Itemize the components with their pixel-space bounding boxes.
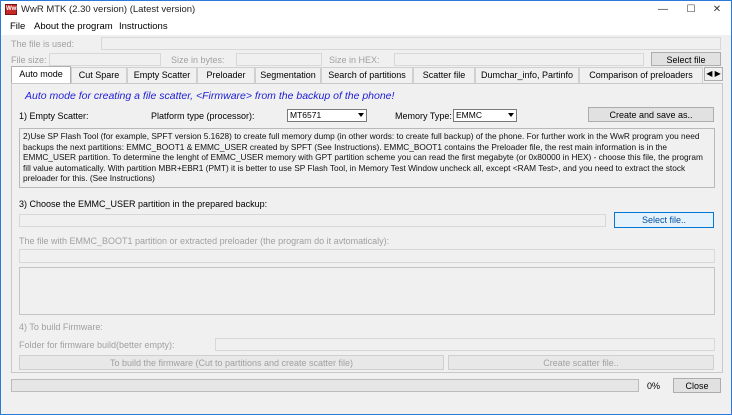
output-log-area xyxy=(19,267,715,315)
build-firmware-button[interactable]: To build the firmware (Cut to partitions… xyxy=(19,355,444,370)
firmware-folder-label: Folder for firmware build(better empty): xyxy=(19,340,175,350)
size-hex-label: Size in HEX: xyxy=(329,55,380,65)
tab-scroll-arrows[interactable]: ◀ ▶ xyxy=(704,67,723,81)
boot1-label: The file with EMMC_BOOT1 partition or ex… xyxy=(19,236,390,246)
tab-scatter-file[interactable]: Scatter file xyxy=(413,67,475,83)
file-size-field xyxy=(49,53,161,66)
instructions-text: 2)Use SP Flash Tool (for example, SPFT v… xyxy=(19,128,715,188)
auto-mode-panel xyxy=(11,83,723,373)
firmware-folder-field[interactable] xyxy=(215,338,715,351)
menu-file[interactable]: File xyxy=(10,21,25,32)
step3-label: 3) Choose the EMMC_USER partition in the… xyxy=(19,199,268,209)
size-bytes-label: Size in bytes: xyxy=(171,55,225,65)
tab-cut-spare[interactable]: Cut Spare xyxy=(71,67,127,83)
progress-bar xyxy=(11,379,639,392)
platform-label: Platform type (processor): xyxy=(151,111,255,121)
step4-label: 4) To build Firmware: xyxy=(19,322,103,332)
size-hex-field xyxy=(394,53,644,66)
window-title: WwR MTK (2.30 version) (Latest version) xyxy=(21,4,196,15)
tab-segmentation[interactable]: Segmentation xyxy=(255,67,321,83)
file-size-label: File size: xyxy=(11,55,47,65)
progress-label: 0% xyxy=(647,381,661,391)
title-bar: WwR WwR MTK (2.30 version) (Latest versi… xyxy=(1,1,731,19)
file-used-label: The file is used: xyxy=(11,39,75,49)
memory-type-value: EMMC xyxy=(456,110,482,120)
create-and-save-button[interactable]: Create and save as.. xyxy=(588,107,714,122)
close-window-button[interactable]: ✕ xyxy=(703,1,731,19)
platform-value: MT6571 xyxy=(290,110,322,120)
tab-empty-scatter[interactable]: Empty Scatter xyxy=(127,67,197,83)
boot1-path-field[interactable] xyxy=(19,249,715,263)
menu-instructions[interactable]: Instructions xyxy=(119,21,168,32)
create-scatter-file-button[interactable]: Create scatter file.. xyxy=(448,355,714,370)
file-used-field xyxy=(101,37,721,50)
minimize-button[interactable]: — xyxy=(649,1,677,19)
main-window: WwR WwR MTK (2.30 version) (Latest versi… xyxy=(0,0,732,415)
select-emmc-user-button[interactable]: Select file.. xyxy=(614,212,714,228)
platform-select[interactable]: MT6571 xyxy=(287,109,367,122)
select-file-button[interactable]: Select file xyxy=(651,52,721,66)
auto-mode-banner: Auto mode for creating a file scatter, <… xyxy=(25,90,395,102)
size-bytes-field xyxy=(236,53,322,66)
menu-about[interactable]: About the program xyxy=(34,21,113,32)
step1-label: 1) Empty Scatter: xyxy=(19,111,89,121)
tab-auto-mode[interactable]: Auto mode xyxy=(11,66,71,84)
tab-comparison-preloaders[interactable]: Comparison of preloaders xyxy=(579,67,703,83)
maximize-button[interactable]: ☐ xyxy=(677,1,705,19)
menu-bar: File About the program Instructions xyxy=(1,19,731,35)
tab-search-partitions[interactable]: Search of partitions xyxy=(321,67,413,83)
memory-type-select[interactable]: EMMC xyxy=(453,109,517,122)
tab-preloader[interactable]: Preloader xyxy=(197,67,255,83)
app-icon: WwR xyxy=(5,4,21,15)
tab-dumchar-info[interactable]: Dumchar_info, Partinfo xyxy=(475,67,579,83)
close-button[interactable]: Close xyxy=(673,378,721,393)
emmc-user-path-field[interactable] xyxy=(19,214,606,227)
chevron-down-icon xyxy=(508,113,514,117)
chevron-down-icon xyxy=(358,113,364,117)
memory-type-label: Memory Type: xyxy=(395,111,452,121)
